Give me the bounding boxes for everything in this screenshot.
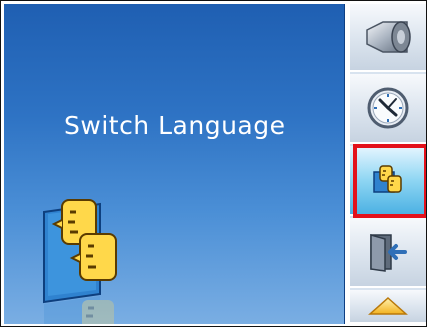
language-faces-icon [43,199,117,324]
clock-icon [367,87,409,129]
selection-highlight-box [353,144,426,218]
exit-door-icon [370,234,407,272]
scroll-up-arrow-icon [368,296,408,315]
app-window: Switch Language [0,0,427,327]
main-panel: Switch Language [4,4,345,324]
sidebar-item-clock[interactable] [350,74,426,144]
speaker-icon [366,21,411,53]
sidebar-item-exit[interactable] [350,218,426,288]
sidebar-scroll-up-button[interactable] [350,290,426,324]
page-title: Switch Language [64,111,286,140]
sidebar-item-volume[interactable] [350,4,426,72]
